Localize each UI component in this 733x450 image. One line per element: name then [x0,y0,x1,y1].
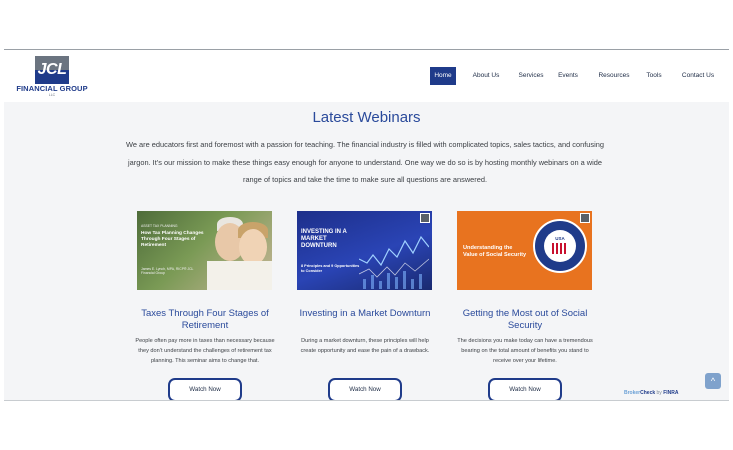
thumbnail-kicker: ASSET TAX PLANNING [141,224,178,228]
webinar-thumbnail-market-downturn[interactable]: INVESTING IN A MARKET DOWNTURN 8 Princip… [297,211,432,290]
section-intro: We are educators first and foremost with… [126,140,604,184]
thumbnail-headline: Understanding the Value of Social Securi… [463,245,527,259]
nav-home[interactable]: Home [430,67,456,85]
nav-contact-us[interactable]: Contact Us [680,67,716,85]
webinar-description: People often pay more in taxes than nece… [135,338,275,364]
webinar-title[interactable]: Investing in a Market Downturn [295,308,435,320]
watch-now-button[interactable]: Watch Now [488,378,562,400]
presenter-avatar [580,213,590,223]
webinar-description: The decisions you make today can have a … [457,338,593,364]
nav-about-us[interactable]: About Us [470,67,502,85]
presenter-avatar [420,213,430,223]
watch-now-button[interactable]: Watch Now [328,378,402,400]
watch-now-button[interactable]: Watch Now [168,378,242,400]
nav-events[interactable]: Events [556,67,580,85]
section-title: Latest Webinars [312,109,421,126]
webinar-thumbnail-taxes[interactable]: ASSET TAX PLANNING How Tax Planning Chan… [137,211,272,290]
nav-resources[interactable]: Resources [596,67,632,85]
thumbnail-headline: How Tax Planning Changes Through Four St… [141,231,204,248]
ssa-seal-icon: USA [533,219,587,273]
thumbnail-headline: INVESTING IN A MARKET DOWNTURN [301,229,347,249]
chart-graphic-icon [359,235,429,289]
jcl-logo[interactable]: JCL FINANCIAL GROUP LLC [16,56,88,98]
logo-company-name: FINANCIAL GROUP [16,84,88,93]
nav-services[interactable]: Services [516,67,546,85]
chevron-up-icon: ^ [710,376,716,386]
webinar-thumbnail-social-security[interactable]: Understanding the Value of Social Securi… [457,211,592,290]
page-viewport: JCL FINANCIAL GROUP LLC Home About Us Se… [4,49,729,401]
brokercheck-badge[interactable]: BrokerCheck by FINRA [624,390,678,396]
webinar-title[interactable]: Getting the Most out of Social Security [455,308,595,332]
logo-mark-text: JCL [37,61,67,78]
nav-tools[interactable]: Tools [644,67,664,85]
webinar-title[interactable]: Taxes Through Four Stages of Retirement [135,308,275,332]
webinar-description: During a market downturn, these principl… [300,338,430,354]
logo-suffix: LLC [48,93,56,97]
thumbnail-subheadline: 8 Principles and 9 Opportunities to Cons… [301,264,360,273]
thumbnail-byline: James E. Lynch, MPA, RICP® JCL Financial… [141,267,194,276]
site-header: JCL FINANCIAL GROUP LLC Home About Us Se… [4,50,729,102]
scroll-to-top-button[interactable]: ^ [705,373,721,389]
